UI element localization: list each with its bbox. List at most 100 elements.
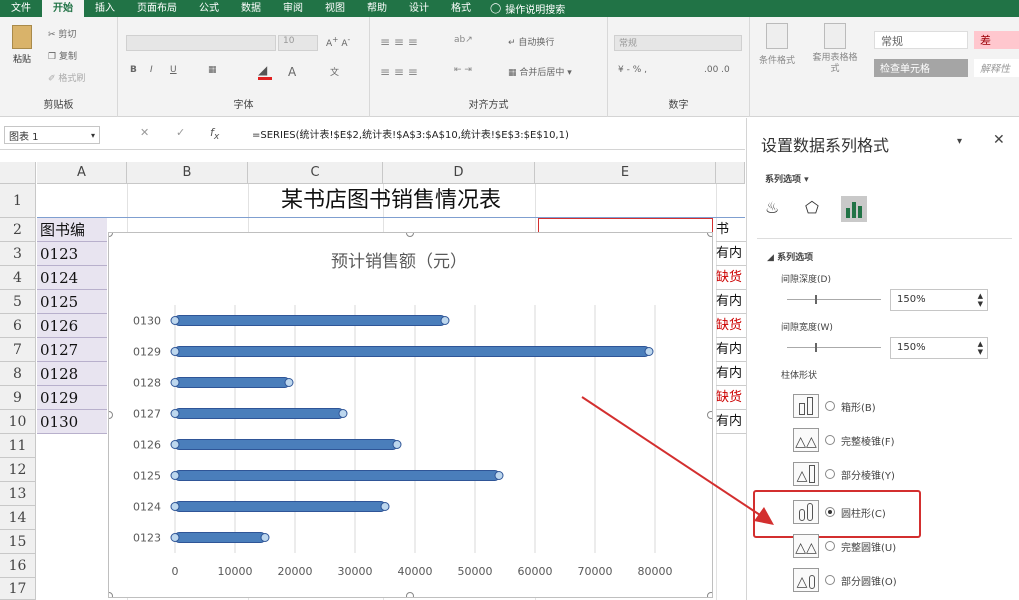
paste-button[interactable]: 粘贴	[8, 25, 36, 75]
cell-a-code[interactable]: 0129	[37, 386, 107, 410]
align-left-icon[interactable]: ≡ ≡ ≡	[380, 65, 418, 79]
effects-icon[interactable]: ⬠	[805, 198, 819, 217]
bar-selection-handle[interactable]	[170, 409, 180, 418]
cell-f[interactable]: 有内	[716, 362, 746, 386]
col-header-a[interactable]: A	[37, 162, 127, 184]
row-header[interactable]: 15	[0, 530, 36, 554]
cell-a2[interactable]: 图书编	[37, 218, 107, 242]
format-painter-button[interactable]: ✐ 格式刷	[48, 71, 85, 84]
phonetic-button[interactable]: 文	[330, 65, 339, 78]
cell-a-code[interactable]: 0124	[37, 266, 107, 290]
formula-input[interactable]: =SERIES(统计表!$E$2,统计表!$A$3:$A$10,统计表!$E$3…	[252, 126, 569, 141]
row-header[interactable]: 1	[0, 184, 36, 218]
tab-format[interactable]: 格式	[440, 0, 482, 17]
bar-selection-handle[interactable]	[170, 502, 180, 511]
shape-cylinder-option[interactable]: 圆柱形(C)	[793, 500, 886, 524]
conditional-format-button[interactable]: 条件格式	[758, 23, 796, 66]
row-header[interactable]: 12	[0, 458, 36, 482]
col-header-e[interactable]: E	[535, 162, 716, 184]
wrap-text-button[interactable]: ↵ 自动换行	[508, 35, 554, 48]
chart-resize-handle[interactable]	[406, 592, 414, 600]
cell-a-code[interactable]: 0123	[37, 242, 107, 266]
cut-button[interactable]: ✂ 剪切	[48, 27, 76, 40]
bar-selection-handle[interactable]	[170, 471, 180, 480]
chart-resize-handle[interactable]	[707, 411, 715, 419]
cell-f[interactable]: 缺货	[716, 266, 746, 290]
col-header-f[interactable]	[716, 162, 745, 184]
cell-a-code[interactable]: 0126	[37, 314, 107, 338]
chart-resize-handle[interactable]	[105, 411, 113, 419]
cell-a-code[interactable]: 0128	[37, 362, 107, 386]
chart-bar[interactable]	[174, 315, 446, 326]
row-header[interactable]: 2	[0, 218, 36, 242]
bar-selection-handle[interactable]	[494, 471, 504, 480]
currency-button[interactable]: ¥ - % ,	[618, 65, 647, 75]
shape-partial-cone-option[interactable]: △ 部分圆锥(O)	[793, 568, 897, 592]
tell-me-search[interactable]: ◯ 操作说明搜索	[482, 1, 573, 16]
copy-button[interactable]: ❐ 复制	[48, 49, 77, 62]
row-header[interactable]: 10	[0, 410, 36, 434]
style-explanatory[interactable]: 解释性文本	[974, 59, 1019, 77]
font-size-select[interactable]: 10	[278, 35, 318, 51]
enter-icon[interactable]: ✓	[176, 126, 185, 139]
radio-box[interactable]	[825, 401, 835, 411]
series-options-icon[interactable]	[841, 196, 867, 222]
bar-selection-handle[interactable]	[170, 440, 180, 449]
orientation-button[interactable]: ab↗	[454, 35, 473, 45]
row-header[interactable]: 3	[0, 242, 36, 266]
row-header[interactable]: 17	[0, 578, 36, 600]
radio-full-pyramid[interactable]	[825, 435, 835, 445]
tab-insert[interactable]: 插入	[84, 0, 126, 17]
tab-help[interactable]: 帮助	[356, 0, 398, 17]
col-header-c[interactable]: C	[248, 162, 383, 184]
number-format-select[interactable]: 常规	[614, 35, 742, 51]
name-box[interactable]: 图表 1 ▾	[4, 126, 100, 144]
bar-selection-handle[interactable]	[170, 347, 180, 356]
chart-bar[interactable]	[174, 439, 398, 450]
font-grow-button[interactable]: A+ A-	[326, 35, 350, 49]
radio-full-cone[interactable]	[825, 541, 835, 551]
gap-width-slider[interactable]	[787, 343, 881, 352]
style-bad[interactable]: 差	[974, 31, 1019, 49]
bar-selection-handle[interactable]	[284, 378, 294, 387]
col-header-b[interactable]: B	[127, 162, 248, 184]
bar-selection-handle[interactable]	[440, 316, 450, 325]
chart-resize-handle[interactable]	[707, 592, 715, 600]
bar-selection-handle[interactable]	[170, 316, 180, 325]
select-all-corner[interactable]	[0, 162, 36, 184]
section-series-options[interactable]: ◢ 系列选项	[767, 250, 813, 263]
chart-resize-handle[interactable]	[406, 229, 414, 237]
cell-f[interactable]: 有内	[716, 338, 746, 362]
cell-f[interactable]: 书	[716, 218, 746, 242]
row-header[interactable]: 14	[0, 506, 36, 530]
style-check-cell[interactable]: 检查单元格	[874, 59, 968, 77]
chart-resize-handle[interactable]	[707, 229, 715, 237]
cell-f[interactable]: 缺货	[716, 314, 746, 338]
row-header[interactable]: 8	[0, 362, 36, 386]
row-header[interactable]: 11	[0, 434, 36, 458]
tab-review[interactable]: 审阅	[272, 0, 314, 17]
decimal-button[interactable]: .00 .0	[704, 65, 730, 75]
chart-bar[interactable]	[174, 470, 500, 481]
font-name-select[interactable]	[126, 35, 276, 51]
chart-bar[interactable]	[174, 501, 386, 512]
close-icon[interactable]: ✕	[993, 132, 1005, 148]
cell-f[interactable]: 缺货	[716, 386, 746, 410]
tab-data[interactable]: 数据	[230, 0, 272, 17]
bar-selection-handle[interactable]	[338, 409, 348, 418]
fill-color-button[interactable]: ◢	[258, 63, 272, 80]
radio-partial-cone[interactable]	[825, 575, 835, 585]
shape-partial-pyramid-option[interactable]: △ 部分棱锥(Y)	[793, 462, 895, 486]
italic-button[interactable]: I	[150, 65, 153, 75]
series-options-dropdown[interactable]: 系列选项 ▾	[765, 172, 809, 185]
bar-selection-handle[interactable]	[260, 533, 270, 542]
border-button[interactable]: ▦	[208, 65, 217, 75]
bar-chart[interactable]: 预计销售额（元） 0123 0124 0125 0126 0127 0128 0129 013…	[105, 229, 715, 600]
chart-title[interactable]: 预计销售额（元）	[331, 252, 467, 272]
chart-bar[interactable]	[174, 408, 344, 419]
indent-button[interactable]: ⇤ ⇥	[454, 65, 472, 75]
shape-full-cone-option[interactable]: △△ 完整圆锥(U)	[793, 534, 896, 558]
chart-resize-handle[interactable]	[105, 592, 113, 600]
sheet-title[interactable]: 某书店图书销售情况表	[37, 184, 745, 218]
chart-bar[interactable]	[174, 377, 290, 388]
